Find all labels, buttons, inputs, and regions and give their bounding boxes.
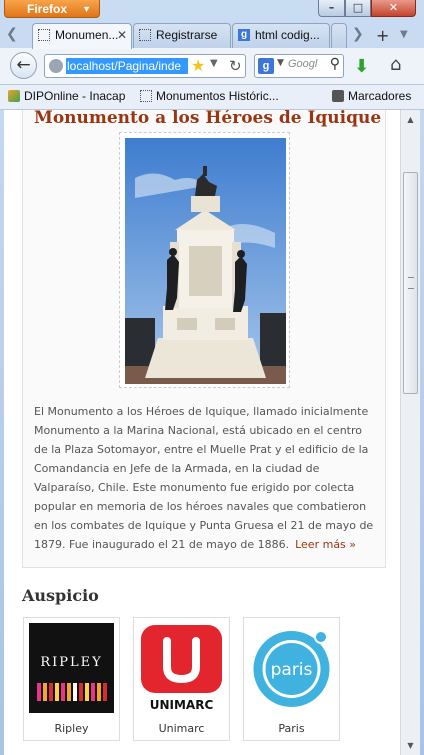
new-tab-icon[interactable]: +	[376, 26, 389, 45]
paris-logo-image: paris	[253, 630, 330, 707]
google-favicon-icon: g	[238, 29, 250, 41]
tab-registrarse[interactable]: Registrarse	[133, 23, 231, 48]
firefox-menu-button[interactable]: Firefox ▼	[4, 0, 100, 18]
bookmark-label: Monumentos Históric...	[156, 89, 279, 103]
vertical-scrollbar[interactable]: ▲ ▼	[400, 110, 420, 755]
description-text: El Monumento a los Héroes de Iquique, ll…	[34, 405, 374, 551]
minimize-button[interactable]: –	[318, 0, 345, 17]
page-favicon-icon	[139, 29, 151, 41]
scroll-up-icon[interactable]: ▲	[403, 112, 418, 127]
back-arrow-icon: ←	[16, 55, 31, 75]
ripley-logo-image: RIPLEY	[29, 623, 114, 713]
tab-title: Monumen...	[55, 28, 119, 42]
url-history-dropdown-icon[interactable]: ▼	[210, 58, 218, 69]
bookmarks-menu[interactable]: Marcadores	[332, 89, 411, 103]
bookmark-label: DIPOnline - Inacap	[24, 89, 126, 103]
sponsor-name: Ripley	[54, 722, 89, 735]
browser-window: Firefox ▼ – □ ✕ ❮ Monumen... ✕ Registrar…	[0, 0, 424, 755]
url-text[interactable]: localhost/Pagina/inde	[66, 58, 188, 74]
scroll-tabs-left-icon[interactable]: ❮	[6, 26, 18, 42]
maximize-button[interactable]: □	[345, 0, 371, 17]
bookmarks-toolbar: DIPOnline - Inacap Monumentos Históric..…	[0, 85, 424, 110]
monument-photo-frame	[119, 132, 290, 388]
read-more-link[interactable]: Leer más »	[295, 538, 356, 551]
reload-icon[interactable]: ↻	[229, 57, 242, 75]
bookmark-diponline[interactable]: DIPOnline - Inacap	[8, 89, 125, 103]
bookmarks-folder-icon	[332, 90, 344, 102]
site-identity-icon[interactable]	[49, 59, 63, 73]
ripley-logo: RIPLEY	[29, 623, 114, 713]
search-input[interactable]: Googl	[288, 58, 317, 70]
url-bar[interactable]: localhost/Pagina/inde ★ ▼ ↻	[44, 54, 246, 78]
firefox-menu-label: Firefox	[27, 2, 68, 16]
bookmark-favicon-icon	[8, 90, 20, 102]
sponsor-paris[interactable]: paris Paris	[243, 617, 340, 741]
unimarc-logo-image: UNIMARC	[141, 625, 222, 712]
download-icon[interactable]: ⬇	[354, 56, 369, 77]
navigation-toolbar: ← localhost/Pagina/inde ★ ▼ ↻ g ▼ Googl …	[0, 48, 424, 85]
unimarc-logo: UNIMARC	[139, 623, 224, 713]
scroll-tabs-right-icon[interactable]: ❯	[352, 26, 364, 42]
bookmark-label: Marcadores	[348, 89, 412, 103]
scrollbar-thumb[interactable]	[403, 172, 418, 394]
sponsor-unimarc[interactable]: UNIMARC Unimarc	[133, 617, 230, 741]
page-favicon-icon	[38, 29, 50, 41]
scrollbar-grip-icon	[408, 277, 414, 289]
back-button[interactable]: ←	[10, 52, 37, 79]
tab-title: Registrarse	[156, 28, 218, 42]
tab-html-codigo[interactable]: g html codig...	[232, 23, 330, 48]
paris-logo: paris	[249, 623, 334, 713]
bookmark-star-icon[interactable]: ★	[191, 56, 205, 75]
bookmark-monumentos[interactable]: Monumentos Históric...	[140, 89, 279, 103]
monument-description: El Monumento a los Héroes de Iquique, ll…	[34, 402, 374, 554]
monument-title[interactable]: Monumento a los Héroes de Iquique	[34, 110, 381, 128]
chevron-down-icon[interactable]: ▼	[277, 58, 284, 68]
home-icon[interactable]: ⌂	[390, 54, 401, 75]
scroll-down-icon[interactable]: ▼	[403, 738, 418, 753]
google-search-engine-icon[interactable]: g	[258, 58, 274, 74]
monument-photo-image	[125, 138, 286, 384]
sponsor-name: Paris	[278, 722, 305, 735]
tab-overflow[interactable]	[331, 23, 347, 48]
sponsor-ripley[interactable]: RIPLEY Ripley	[23, 617, 120, 741]
search-icon[interactable]: ⚲	[330, 56, 340, 72]
ripley-logo-text: RIPLEY	[40, 655, 102, 670]
chevron-down-icon: ▼	[82, 4, 91, 14]
search-bar[interactable]: g ▼ Googl ⚲	[254, 54, 344, 78]
unimarc-logo-text: UNIMARC	[150, 698, 214, 712]
tab-title: html codig...	[255, 28, 320, 42]
paris-logo-text: paris	[271, 660, 313, 680]
page-favicon-icon	[140, 90, 152, 102]
title-bar: Firefox ▼ – □ ✕	[0, 0, 424, 20]
tab-bar: ❮ Monumen... ✕ Registrarse g html codig.…	[0, 22, 424, 49]
tab-monumentos[interactable]: Monumen... ✕	[32, 23, 132, 49]
close-tab-icon[interactable]: ✕	[117, 24, 127, 47]
sponsors-heading: Auspicio	[22, 586, 99, 605]
page-content: Monumento a los Héroes de Iquique El Mon…	[4, 110, 400, 755]
list-tabs-icon[interactable]: ▼	[400, 29, 408, 40]
sponsor-name: Unimarc	[158, 722, 205, 735]
close-window-button[interactable]: ✕	[371, 0, 416, 17]
monument-photo[interactable]	[125, 138, 286, 384]
